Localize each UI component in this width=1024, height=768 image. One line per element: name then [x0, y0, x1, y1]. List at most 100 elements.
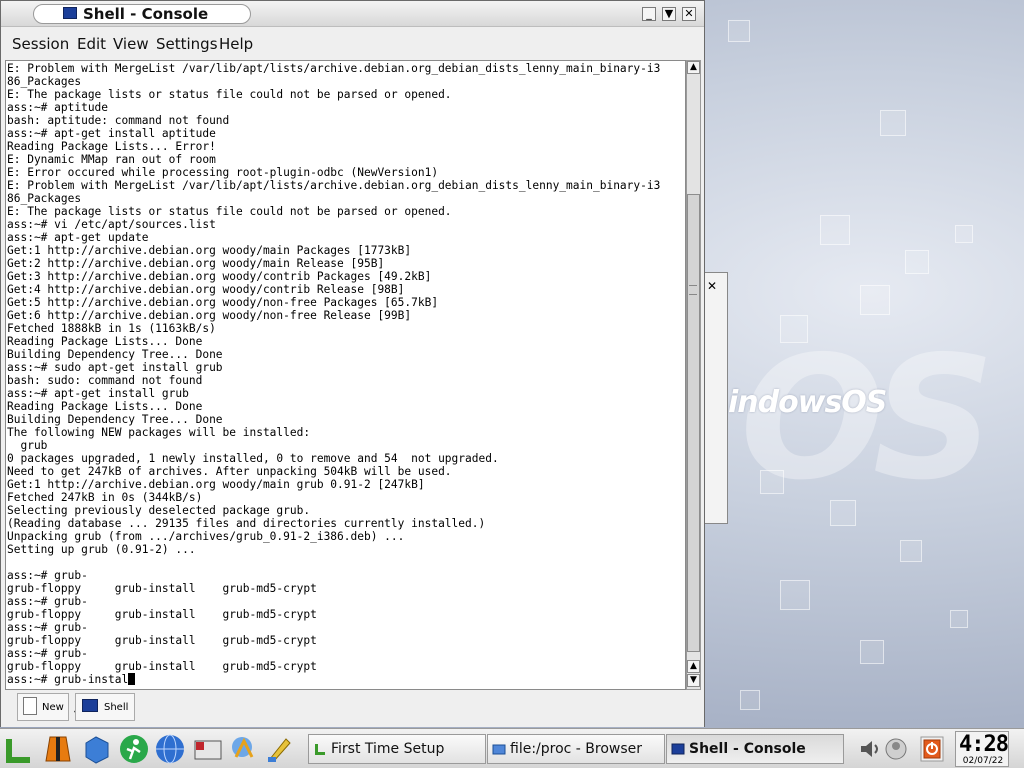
terminal-line: ass:~# sudo apt-get install grub	[7, 361, 223, 374]
taskbar: First Time Setup file:/proc - Browser Sh…	[0, 728, 1024, 768]
terminal-line: Get:3 http://archive.debian.org woody/co…	[7, 270, 432, 283]
terminal-line: E: The package lists or status file coul…	[7, 205, 452, 218]
games-icon[interactable]	[228, 733, 260, 765]
power-icon[interactable]	[920, 736, 944, 762]
setup-icon	[315, 744, 325, 755]
terminal-line: Unpacking grub (from .../archives/grub_0…	[7, 530, 405, 543]
terminal-line: Get:6 http://archive.debian.org woody/no…	[7, 309, 412, 322]
taskbar-item-label: Shell - Console	[689, 741, 806, 757]
terminal-line: 86_Packages	[7, 75, 82, 88]
session-tab-label: Shell	[104, 702, 129, 713]
menu-session[interactable]: Session	[12, 35, 69, 53]
taskbar-item-shell-console[interactable]: Shell - Console	[666, 734, 844, 764]
paint-brush-icon[interactable]	[264, 733, 296, 765]
taskbar-item-label: file:/proc - Browser	[510, 741, 643, 757]
scroll-up-arrow-icon[interactable]: ▲	[687, 660, 700, 673]
terminal-line: Get:4 http://archive.debian.org woody/co…	[7, 283, 405, 296]
wallpaper-square	[880, 110, 906, 136]
terminal-output[interactable]: E: Problem with MergeList /var/lib/apt/l…	[5, 60, 686, 690]
new-document-icon	[23, 697, 37, 715]
wallpaper-square	[860, 640, 884, 664]
terminal-line: grub-floppy grub-install grub-md5-crypt	[7, 634, 317, 647]
terminal-line: Get:5 http://archive.debian.org woody/no…	[7, 296, 439, 309]
terminal-line: Get:2 http://archive.debian.org woody/ma…	[7, 257, 385, 270]
terminal-line: Get:1 http://archive.debian.org woody/ma…	[7, 478, 425, 491]
terminal-line: ass:~# grub-	[7, 647, 88, 660]
console-window: Shell - Console _ ▼ ✕ Session Edit View …	[0, 0, 705, 727]
wallpaper-square	[820, 215, 850, 245]
wallpaper-square	[905, 250, 929, 274]
scrollbar-thumb[interactable]	[687, 194, 700, 652]
terminal-line: Building Dependency Tree... Done	[7, 348, 223, 361]
volume-icon[interactable]	[858, 737, 882, 761]
terminal-line: grub-floppy grub-install grub-md5-crypt	[7, 608, 317, 621]
terminal-line: ass:~# grub-	[7, 621, 88, 634]
run-icon[interactable]	[118, 733, 150, 765]
terminal-line: Selecting previously deselected package …	[7, 504, 311, 517]
terminal-line: ass:~# vi /etc/apt/sources.list	[7, 218, 216, 231]
wallpaper-square	[860, 285, 890, 315]
menu-help[interactable]: Help	[219, 35, 253, 53]
wallpaper-square	[728, 20, 750, 42]
menu-edit[interactable]: Edit	[77, 35, 106, 53]
terminal-line: Need to get 247kB of archives. After unp…	[7, 465, 452, 478]
terminal-lines: E: Problem with MergeList /var/lib/apt/l…	[7, 62, 660, 686]
terminal-icon[interactable]	[63, 7, 77, 19]
scroll-down-arrow-icon[interactable]: ▼	[687, 674, 700, 687]
taskbar-item-file-browser[interactable]: file:/proc - Browser	[487, 734, 665, 764]
user-icon[interactable]	[884, 737, 908, 761]
terminal-line: Fetched 1888kB in 1s (1163kB/s)	[7, 322, 216, 335]
terminal-line: Reading Package Lists... Done	[7, 400, 203, 413]
session-tab-bar: New ▼ Shell	[1, 691, 704, 727]
prompt-text: ass:~# grub-instal	[7, 673, 129, 686]
window-titlebar[interactable]: Shell - Console _ ▼ ✕	[1, 1, 704, 27]
maximize-button[interactable]: ▼	[662, 7, 676, 21]
mail-icon[interactable]	[192, 733, 224, 765]
folder-icon	[492, 744, 506, 755]
terminal-line: Reading Package Lists... Done	[7, 335, 203, 348]
terminal-line: 86_Packages	[7, 192, 82, 205]
terminal-line: grub-floppy grub-install grub-md5-crypt	[7, 582, 317, 595]
menu-view[interactable]: View	[113, 35, 149, 53]
terminal-line: ass:~# grub-	[7, 595, 88, 608]
new-session-button[interactable]: New ▼	[17, 693, 80, 721]
computer-cube-icon[interactable]	[80, 733, 112, 765]
menubar: Session Edit View Settings Help	[1, 28, 704, 58]
terminal-line: Fetched 247kB in 0s (344kB/s)	[7, 491, 203, 504]
close-icon[interactable]: ✕	[705, 279, 719, 293]
terminal-prompt-line: ass:~# grub-instal	[7, 673, 660, 686]
terminal-line: E: Dynamic MMap ran out of room	[7, 153, 216, 166]
wallpaper-square	[950, 610, 968, 628]
scrollbar-grip-icon	[689, 285, 697, 295]
lifevest-icon[interactable]	[42, 733, 74, 765]
start-menu-icon[interactable]	[2, 733, 34, 765]
wallpaper-square	[780, 580, 810, 610]
terminal-line: (Reading database ... 29135 files and di…	[7, 517, 486, 530]
terminal-line: grub	[7, 439, 48, 452]
terminal-line: E: Problem with MergeList /var/lib/apt/l…	[7, 62, 661, 75]
wallpaper-square	[955, 225, 973, 243]
clock-time: 4:28	[959, 732, 1009, 757]
terminal-line: bash: aptitude: command not found	[7, 114, 230, 127]
terminal-line: E: The package lists or status file coul…	[7, 88, 452, 101]
terminal-line: Building Dependency Tree... Done	[7, 413, 223, 426]
wallpaper-logo-text: indowsOS	[728, 385, 887, 420]
background-window[interactable]: ✕	[704, 272, 728, 524]
close-button[interactable]: ✕	[682, 7, 696, 21]
taskbar-item-first-time-setup[interactable]: First Time Setup	[308, 734, 486, 764]
terminal-line: E: Problem with MergeList /var/lib/apt/l…	[7, 179, 661, 192]
web-browser-icon[interactable]	[154, 733, 186, 765]
terminal-line: Reading Package Lists... Error!	[7, 140, 216, 153]
vertical-scrollbar[interactable]: ▲ ▲ ▼	[686, 60, 701, 690]
minimize-button[interactable]: _	[642, 7, 656, 21]
terminal-line: grub-floppy grub-install grub-md5-crypt	[7, 660, 317, 673]
terminal-line: The following NEW packages will be insta…	[7, 426, 311, 439]
clock-date: 02/07/22	[962, 756, 1004, 766]
session-tab-shell[interactable]: Shell	[75, 693, 135, 721]
scroll-up-arrow-icon[interactable]: ▲	[687, 61, 700, 74]
menu-settings[interactable]: Settings	[156, 35, 218, 53]
terminal-icon	[671, 743, 685, 755]
clock[interactable]: 4:28 02/07/22	[955, 731, 1009, 767]
terminal-line: bash: sudo: command not found	[7, 374, 203, 387]
